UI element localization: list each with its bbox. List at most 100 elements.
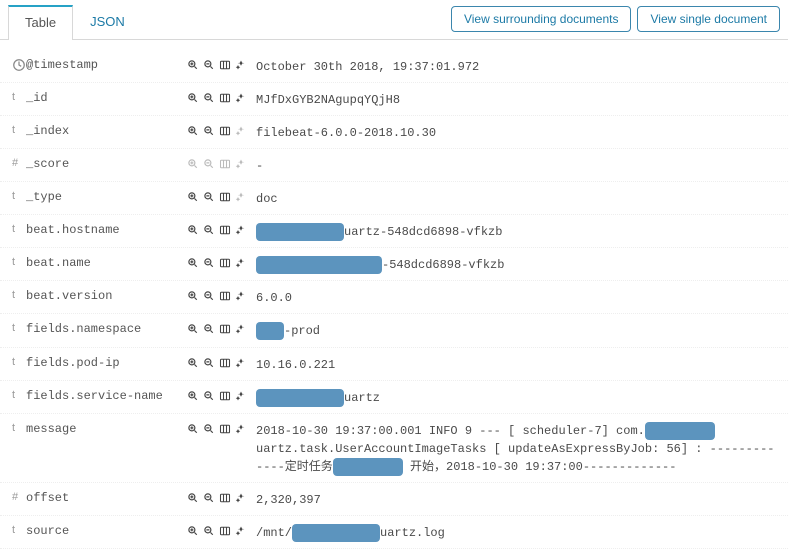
field-type-icon: t [12, 188, 26, 202]
filter-for-icon [186, 157, 200, 171]
exists-filter-icon[interactable] [234, 389, 248, 403]
field-type-icon: t [12, 122, 26, 136]
exists-filter-icon[interactable] [234, 190, 248, 204]
toggle-column-icon[interactable] [218, 256, 232, 270]
filter-out-icon[interactable] [202, 356, 216, 370]
exists-filter-icon[interactable] [234, 58, 248, 72]
filter-out-icon[interactable] [202, 389, 216, 403]
view-single-button[interactable]: View single document [637, 6, 780, 32]
filter-for-icon[interactable] [186, 256, 200, 270]
filter-out-icon[interactable] [202, 524, 216, 538]
toggle-column-icon[interactable] [218, 389, 232, 403]
field-row-pod-ip: t fields.pod-ip 10.16.0.221 [0, 348, 788, 381]
field-type-icon: # [12, 489, 26, 503]
tab-table[interactable]: Table [8, 5, 73, 40]
toggle-column-icon[interactable] [218, 524, 232, 538]
field-name: _id [26, 89, 186, 105]
filter-for-icon[interactable] [186, 491, 200, 505]
filter-for-icon[interactable] [186, 289, 200, 303]
field-row-service-name: t fields.service-name uartz [0, 381, 788, 414]
field-row-type: t _type doc [0, 182, 788, 215]
field-name: offset [26, 489, 186, 505]
filter-for-icon[interactable] [186, 356, 200, 370]
toggle-column-icon[interactable] [218, 223, 232, 237]
field-value: MJfDxGYB2NAgupqYQjH8 [256, 89, 776, 109]
field-type-icon: t [12, 254, 26, 268]
filter-out-icon[interactable] [202, 91, 216, 105]
exists-filter-icon[interactable] [234, 91, 248, 105]
filter-for-icon[interactable] [186, 58, 200, 72]
field-name: _score [26, 155, 186, 171]
field-actions [186, 155, 256, 171]
field-name: source [26, 522, 186, 538]
field-row-message: t message 2018-10-30 19:37:00.001 INFO 9… [0, 414, 788, 483]
filter-for-icon[interactable] [186, 389, 200, 403]
filter-for-icon[interactable] [186, 322, 200, 336]
filter-out-icon [202, 157, 216, 171]
redacted-block [256, 389, 344, 407]
tab-json[interactable]: JSON [73, 5, 142, 40]
filter-for-icon[interactable] [186, 422, 200, 436]
exists-filter-icon[interactable] [234, 422, 248, 436]
field-value: - [256, 155, 776, 175]
field-value: 2018-10-30 19:37:00.001 INFO 9 --- [ sch… [256, 420, 776, 476]
redacted-block [292, 524, 380, 542]
field-type-icon: # [12, 155, 26, 169]
toggle-column-icon [218, 157, 232, 171]
filter-out-icon[interactable] [202, 190, 216, 204]
exists-filter-icon[interactable] [234, 524, 248, 538]
toggle-column-icon[interactable] [218, 58, 232, 72]
exists-filter-icon[interactable] [234, 356, 248, 370]
filter-out-icon[interactable] [202, 491, 216, 505]
field-value: uartz [256, 387, 776, 407]
filter-out-icon[interactable] [202, 223, 216, 237]
field-row-source: t source /mnt/uartz.log [0, 516, 788, 549]
toggle-column-icon[interactable] [218, 289, 232, 303]
filter-out-icon[interactable] [202, 256, 216, 270]
exists-filter-icon[interactable] [234, 322, 248, 336]
field-row-id: t _id MJfDxGYB2NAgupqYQjH8 [0, 83, 788, 116]
filter-for-icon[interactable] [186, 190, 200, 204]
field-name: fields.pod-ip [26, 354, 186, 370]
exists-filter-icon[interactable] [234, 491, 248, 505]
field-name: fields.namespace [26, 320, 186, 336]
field-name: _type [26, 188, 186, 204]
field-actions [186, 56, 256, 72]
filter-for-icon[interactable] [186, 124, 200, 138]
redacted-block [256, 256, 382, 274]
filter-out-icon[interactable] [202, 322, 216, 336]
toggle-column-icon[interactable] [218, 190, 232, 204]
exists-filter-icon[interactable] [234, 223, 248, 237]
field-row-offset: # offset 2,320,397 [0, 483, 788, 516]
exists-filter-icon[interactable] [234, 289, 248, 303]
exists-filter-icon [234, 157, 248, 171]
filter-out-icon[interactable] [202, 124, 216, 138]
field-actions [186, 489, 256, 505]
filter-out-icon[interactable] [202, 422, 216, 436]
filter-for-icon[interactable] [186, 91, 200, 105]
redacted-block [256, 322, 284, 340]
field-row-score: # _score - [0, 149, 788, 182]
toggle-column-icon[interactable] [218, 124, 232, 138]
field-type-icon [12, 56, 26, 75]
redacted-block [333, 458, 403, 476]
filter-for-icon[interactable] [186, 524, 200, 538]
toggle-column-icon[interactable] [218, 356, 232, 370]
field-actions [186, 320, 256, 336]
header-buttons: View surrounding documents View single d… [451, 6, 780, 38]
field-value: -548dcd6898-vfkzb [256, 254, 776, 274]
exists-filter-icon[interactable] [234, 124, 248, 138]
toggle-column-icon[interactable] [218, 491, 232, 505]
toggle-column-icon[interactable] [218, 91, 232, 105]
field-value: uartz-548dcd6898-vfkzb [256, 221, 776, 241]
field-name: message [26, 420, 186, 436]
toggle-column-icon[interactable] [218, 422, 232, 436]
filter-out-icon[interactable] [202, 58, 216, 72]
field-type-icon: t [12, 287, 26, 301]
field-list: @timestamp October 30th 2018, 19:37:01.9… [0, 40, 788, 549]
filter-for-icon[interactable] [186, 223, 200, 237]
exists-filter-icon[interactable] [234, 256, 248, 270]
view-surrounding-button[interactable]: View surrounding documents [451, 6, 632, 32]
toggle-column-icon[interactable] [218, 322, 232, 336]
filter-out-icon[interactable] [202, 289, 216, 303]
